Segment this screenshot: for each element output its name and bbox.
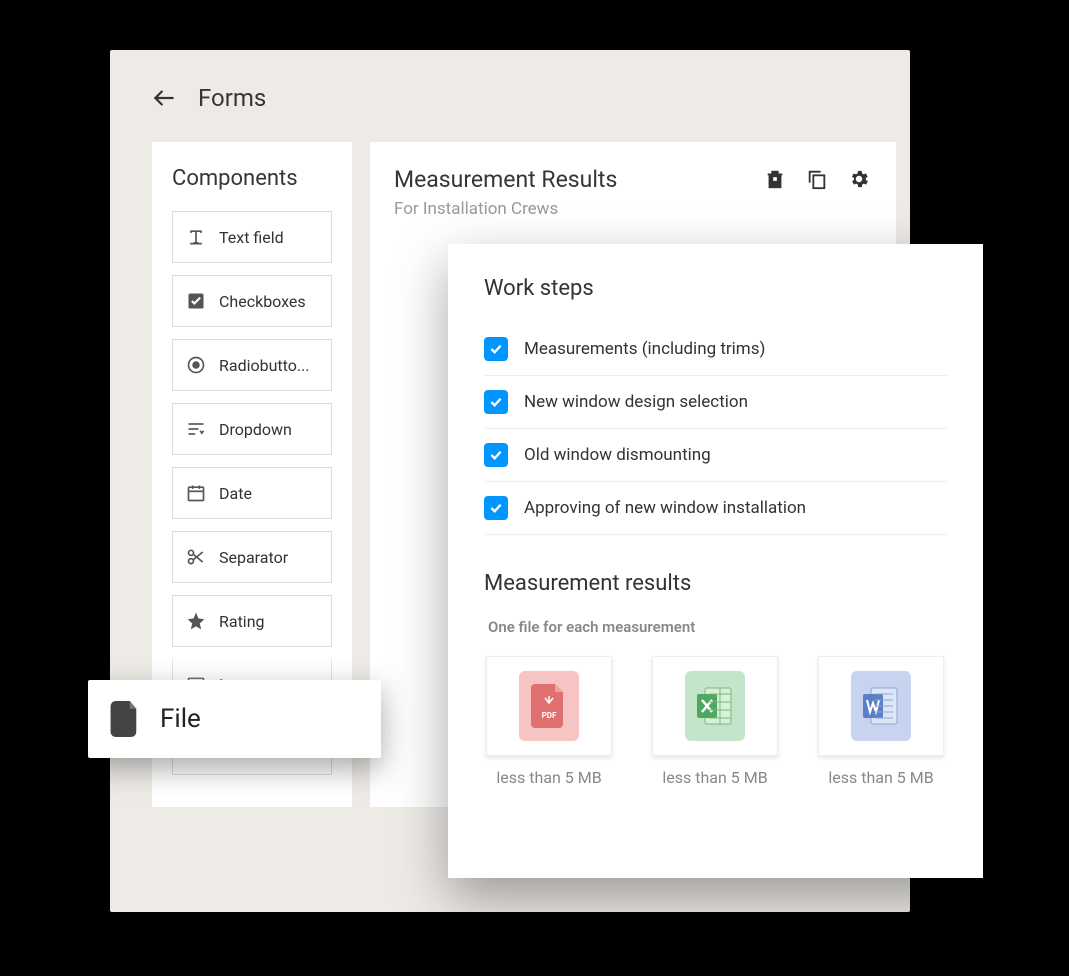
checklist-label: New window design selection — [524, 392, 748, 412]
pdf-file-icon: PDF — [519, 671, 579, 741]
component-label: Text field — [219, 228, 284, 247]
checklist-label: Approving of new window installation — [524, 498, 806, 518]
checklist-label: Measurements (including trims) — [524, 339, 765, 359]
scissors-icon — [185, 546, 207, 568]
back-button[interactable] — [148, 82, 180, 114]
svg-text:PDF: PDF — [542, 711, 557, 720]
component-label: Separator — [219, 548, 288, 567]
settings-button[interactable] — [846, 166, 872, 192]
component-label: Date — [219, 484, 252, 503]
radiobutton-icon — [185, 354, 207, 376]
checkbox-checked-icon — [484, 390, 508, 414]
component-label: Checkboxes — [219, 292, 306, 311]
xls-file-icon — [685, 671, 745, 741]
file-caption: less than 5 MB — [662, 768, 767, 787]
file-upload-card[interactable]: PDF less than 5 MB — [484, 656, 614, 787]
component-separator[interactable]: Separator — [172, 531, 332, 583]
section-title: Measurement results — [484, 571, 947, 596]
delete-button[interactable] — [762, 166, 788, 192]
text-field-icon — [185, 226, 207, 248]
checklist-item[interactable]: Approving of new window installation — [484, 482, 947, 535]
copy-icon — [806, 168, 828, 190]
star-icon — [185, 610, 207, 632]
file-caption: less than 5 MB — [828, 768, 933, 787]
section-hint: One file for each measurement — [488, 618, 947, 636]
copy-button[interactable] — [804, 166, 830, 192]
header: Forms — [110, 50, 910, 132]
component-date[interactable]: Date — [172, 467, 332, 519]
file-upload-card[interactable]: less than 5 MB — [650, 656, 780, 787]
file-caption: less than 5 MB — [496, 768, 601, 787]
checklist-item[interactable]: Old window dismounting — [484, 429, 947, 482]
checkbox-checked-icon — [484, 496, 508, 520]
checkbox-checked-icon — [484, 443, 508, 467]
file-upload-card[interactable]: less than 5 MB — [816, 656, 946, 787]
arrow-left-icon — [151, 85, 177, 111]
form-subtitle: For Installation Crews — [394, 199, 617, 219]
component-rating[interactable]: Rating — [172, 595, 332, 647]
component-radiobuttons[interactable]: Radiobutto... — [172, 339, 332, 391]
calendar-icon — [185, 482, 207, 504]
checkbox-icon — [185, 290, 207, 312]
component-label: Rating — [219, 612, 265, 631]
page-title: Forms — [198, 84, 266, 112]
dropdown-icon — [185, 418, 207, 440]
gear-icon — [848, 168, 870, 190]
file-icon — [110, 701, 142, 737]
checklist-item[interactable]: Measurements (including trims) — [484, 323, 947, 376]
dragged-component-file[interactable]: File — [88, 680, 381, 758]
doc-file-icon — [851, 671, 911, 741]
component-text-field[interactable]: Text field — [172, 211, 332, 263]
component-label: Radiobutto... — [219, 356, 310, 375]
trash-icon — [764, 168, 786, 190]
checklist-label: Old window dismounting — [524, 445, 711, 465]
component-checkboxes[interactable]: Checkboxes — [172, 275, 332, 327]
component-label: Dropdown — [219, 420, 292, 439]
form-preview-panel: Work steps Measurements (including trims… — [448, 244, 983, 878]
checklist-item[interactable]: New window design selection — [484, 376, 947, 429]
dragged-label: File — [160, 704, 201, 734]
component-dropdown[interactable]: Dropdown — [172, 403, 332, 455]
form-title: Measurement Results — [394, 166, 617, 193]
checkbox-checked-icon — [484, 337, 508, 361]
section-title: Work steps — [484, 276, 947, 301]
sidebar-title: Components — [172, 166, 332, 191]
